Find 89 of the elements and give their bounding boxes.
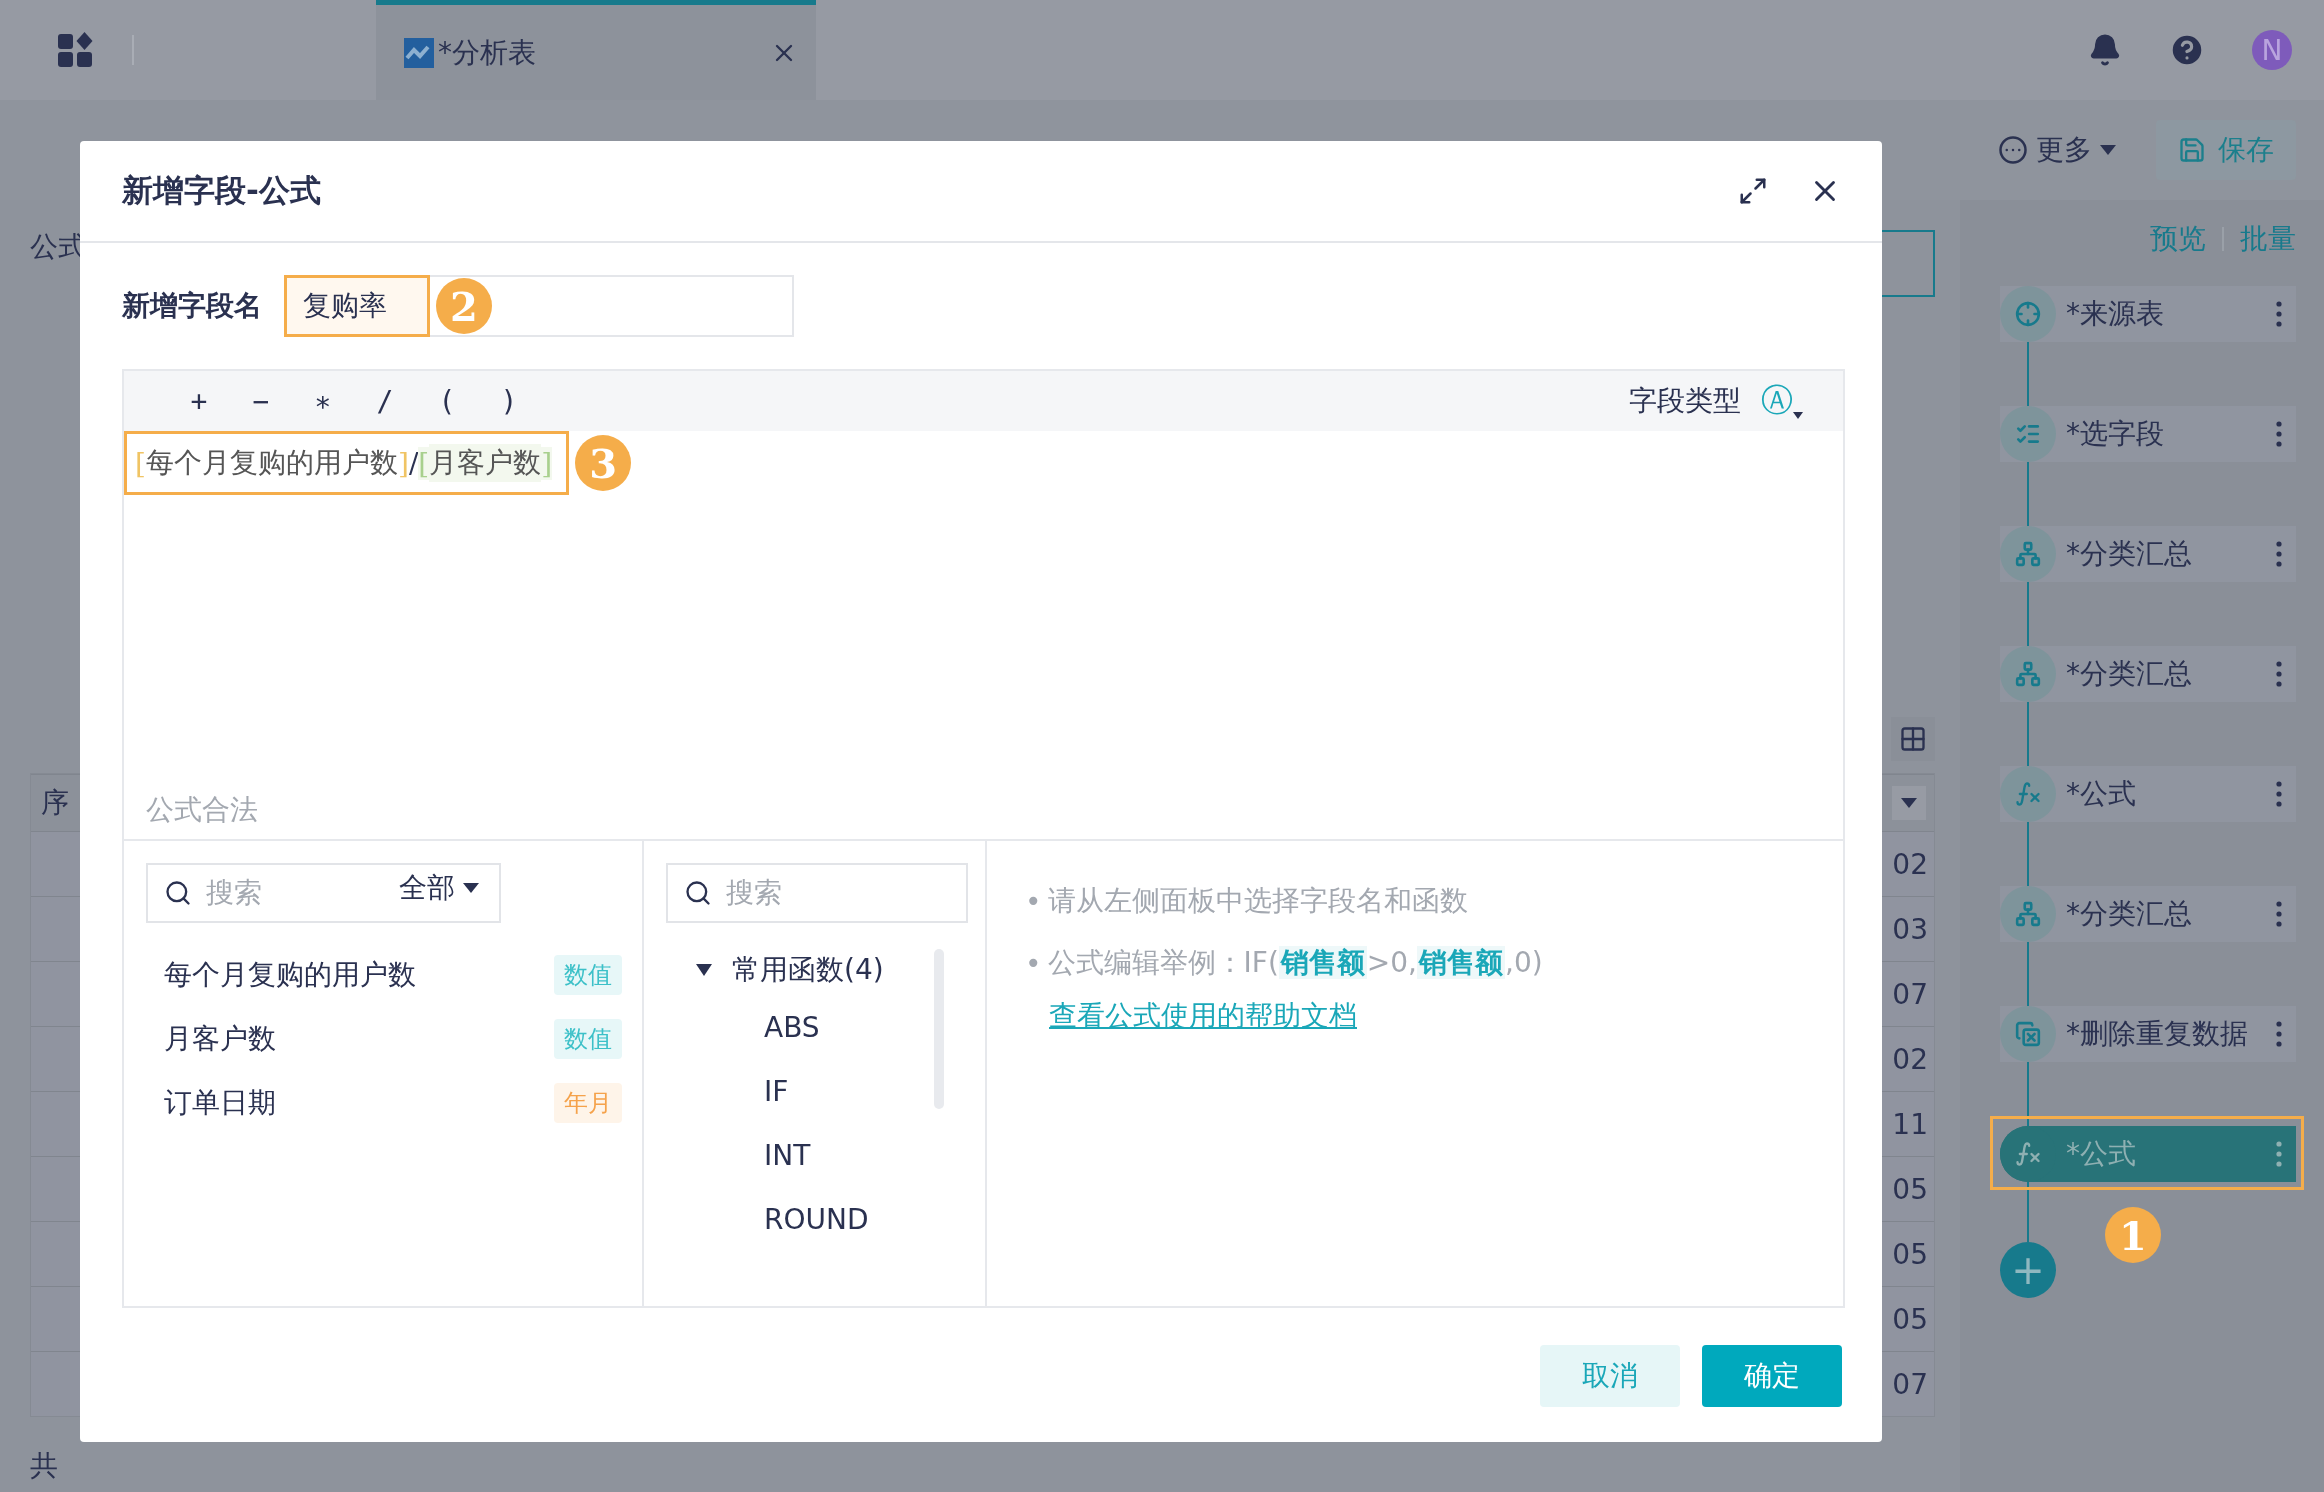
function-icon: [2014, 780, 2042, 808]
hierarchy-icon: [2015, 901, 2041, 927]
field-item[interactable]: 订单日期: [164, 1084, 554, 1122]
operator-button[interactable]: /: [354, 384, 416, 418]
search-field[interactable]: 搜索: [666, 863, 968, 923]
document-tab[interactable]: *分析表: [376, 0, 816, 100]
more-icon[interactable]: [2276, 901, 2282, 927]
save-icon: [2178, 136, 2206, 164]
function-item[interactable]: INT: [764, 1123, 965, 1187]
pipeline-step[interactable]: *分类汇总: [2000, 646, 2296, 702]
more-icon: [1998, 135, 2028, 165]
field-name-label: 新增字段名: [122, 288, 262, 324]
field-name-input[interactable]: 复购率 2: [284, 275, 794, 337]
help-text: 公式编辑举例：IF(销售额>0,销售额,0): [1047, 945, 1543, 981]
confirm-button[interactable]: 确定: [1702, 1345, 1842, 1407]
table-cell: 07: [1892, 977, 1928, 1011]
field-item[interactable]: 月客户数: [164, 1020, 554, 1058]
user-avatar[interactable]: N: [2252, 30, 2292, 70]
pipeline-step[interactable]: *分类汇总: [2000, 886, 2296, 942]
operator-button[interactable]: (: [416, 384, 478, 418]
function-item[interactable]: ABS: [764, 995, 965, 1059]
table-cell: 03: [1892, 912, 1928, 946]
function-item[interactable]: IF: [764, 1059, 965, 1123]
more-icon[interactable]: [2276, 661, 2282, 687]
bullet-mark: •: [1025, 884, 1042, 918]
more-icon[interactable]: [2276, 1141, 2282, 1167]
more-icon[interactable]: [2276, 781, 2282, 807]
hierarchy-icon: [2015, 661, 2041, 687]
pipeline-step[interactable]: *来源表: [2000, 286, 2296, 342]
remove-duplicate-icon: [2015, 1021, 2041, 1047]
bullet-mark: •: [1025, 946, 1042, 980]
table-cell: 05: [1892, 1302, 1928, 1336]
field-type-selector[interactable]: Ⓐ: [1761, 379, 1793, 423]
function-item[interactable]: ROUND: [764, 1187, 965, 1251]
function-group[interactable]: 常用函数(4): [732, 951, 884, 989]
pipeline-step[interactable]: *分类汇总: [2000, 526, 2296, 582]
bell-icon[interactable]: [2088, 33, 2122, 67]
cancel-button[interactable]: 取消: [1540, 1345, 1680, 1407]
table-cell: 07: [1892, 1367, 1928, 1401]
table-cell: 02: [1892, 847, 1928, 881]
pipeline-step[interactable]: *公式: [2000, 1126, 2296, 1182]
filter-dropdown[interactable]: 全部: [399, 869, 479, 907]
more-icon[interactable]: [2276, 541, 2282, 567]
pipeline-step[interactable]: *公式: [2000, 766, 2296, 822]
help-link[interactable]: 查看公式使用的帮助文档: [1049, 997, 1823, 1035]
search-icon: [684, 879, 712, 907]
apps-icon[interactable]: [58, 32, 94, 68]
operator-button[interactable]: ∗: [292, 384, 354, 418]
more-icon[interactable]: [2276, 421, 2282, 447]
field-type-label: 字段类型: [1629, 383, 1741, 419]
record-count: 共: [30, 1448, 59, 1484]
chart-icon: [404, 37, 434, 68]
more-menu[interactable]: 更多: [1998, 131, 2116, 169]
type-tag: 数值: [554, 955, 622, 995]
pipeline-step[interactable]: *选字段: [2000, 406, 2296, 462]
formula-expression[interactable]: [每个月复购的用户数]/[月客户数]: [124, 431, 570, 495]
crosshair-icon: [2015, 301, 2041, 327]
caret-icon: [463, 883, 479, 893]
table-cell: 11: [1892, 1107, 1928, 1141]
pipeline-step[interactable]: *删除重复数据: [2000, 1006, 2296, 1062]
type-tag: 年月: [554, 1083, 622, 1123]
step-number-badge: 2: [436, 278, 492, 334]
type-tag: 数值: [554, 1019, 622, 1059]
operator-button[interactable]: +: [168, 384, 230, 418]
table-cell: 05: [1892, 1172, 1928, 1206]
more-icon[interactable]: [2276, 1021, 2282, 1047]
column-header: 序: [40, 785, 69, 821]
operator-button[interactable]: ): [478, 384, 540, 418]
dropdown-toggle[interactable]: [1892, 786, 1926, 820]
grid-view-icon[interactable]: [1891, 717, 1935, 761]
help-text: 请从左侧面板中选择字段名和函数: [1047, 883, 1468, 919]
more-icon[interactable]: [2276, 301, 2282, 327]
add-step-button[interactable]: +: [2000, 1242, 2056, 1298]
expand-caret-icon[interactable]: [696, 964, 712, 976]
step-number-badge: 1: [2105, 1207, 2161, 1263]
caret-icon[interactable]: [1793, 412, 1803, 419]
validation-status: 公式合法: [146, 792, 258, 828]
table-cell: 02: [1892, 1042, 1928, 1076]
expand-icon[interactable]: [1738, 176, 1768, 206]
caret-icon: [2100, 145, 2116, 155]
hierarchy-icon: [2015, 541, 2041, 567]
table-cell: 05: [1892, 1237, 1928, 1271]
field-item[interactable]: 每个月复购的用户数: [164, 956, 554, 994]
function-icon: [2014, 1140, 2042, 1168]
step-number-badge: 3: [575, 435, 632, 491]
operator-button[interactable]: −: [230, 384, 292, 418]
caret-icon: [1901, 798, 1917, 808]
search-icon: [164, 879, 192, 907]
dialog-title: 新增字段-公式: [122, 171, 322, 210]
